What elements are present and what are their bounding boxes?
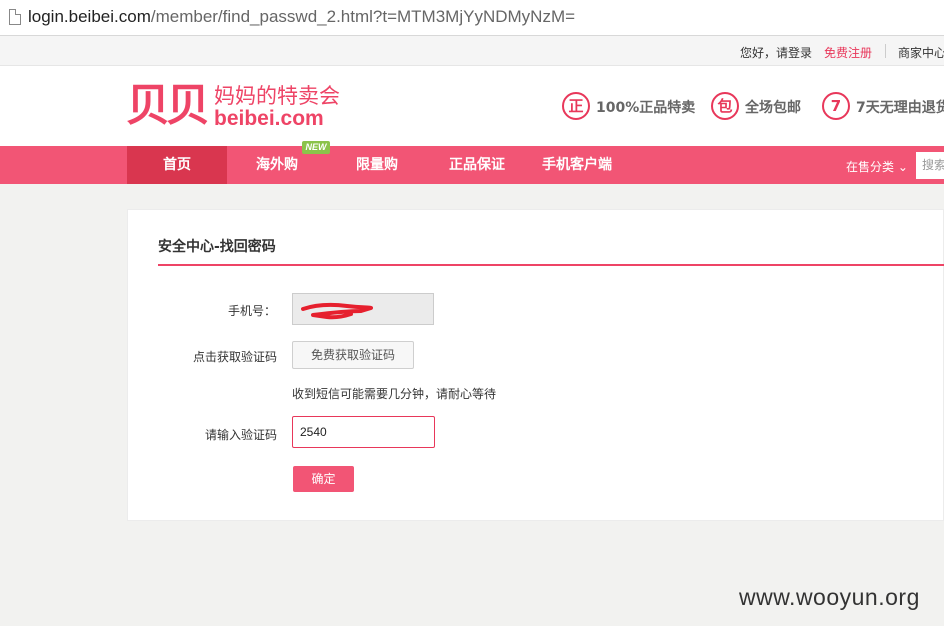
new-badge: NEW [302,141,330,154]
nav-authentic[interactable]: 正品保证 [427,146,527,184]
seven-day-icon: 7 [822,92,850,120]
get-code-button[interactable]: 免费获取验证码 [292,341,414,369]
top-utility-bar: 您好，请登录 免费注册 商家中心 [0,36,944,66]
nav-limited[interactable]: 限量购 [327,146,427,184]
logo-domain: beibei.com [214,107,324,130]
redaction-scribble [301,303,373,320]
confirm-button[interactable]: 确定 [293,466,354,492]
code-row-label: 点击获取验证码 [193,350,278,364]
promise-label: 100%正品特卖 [596,100,696,116]
vcode-label: 请输入验证码 [205,428,278,442]
promise-label: 7天无理由退货 [856,100,944,116]
divider [885,44,886,58]
browser-address-bar[interactable]: login.beibei.com/member/find_passwd_2.ht… [0,0,944,36]
sms-hint: 收到短信可能需要几分钟，请耐心等待 [292,387,497,401]
page-title: 安全中心-找回密码 [158,239,276,255]
url-path: /member/find_passwd_2.html?t=MTM3MjYyNDM… [150,7,576,26]
find-password-panel: 安全中心-找回密码 手机号： 点击获取验证码 免费获取验证码 收到短信可能需要几… [127,209,944,521]
promise-free-shipping: 包 全场包邮 [711,92,811,122]
chevron-down-icon: ⌄ [897,160,908,174]
phone-label: 手机号： [228,304,277,318]
login-link[interactable]: 您好，请登录 [740,44,812,61]
url-host: login.beibei.com [28,7,151,26]
site-logo[interactable]: 贝贝 妈妈的特卖会 beibei.com [126,82,346,132]
promise-label: 全场包邮 [745,100,801,116]
search-input[interactable]: 搜索 [916,152,944,179]
nav-mobile-app[interactable]: 手机客户端 [527,146,627,184]
category-dropdown[interactable]: 在售分类 ⌄ [846,158,908,175]
site-header: 贝贝 妈妈的特卖会 beibei.com 正 100%正品特卖 包 全场包邮 7… [0,66,944,146]
watermark: www.wooyun.org [739,584,920,610]
main-nav: 首页 海外购 限量购 正品保证 手机客户端 [0,146,944,184]
vcode-input[interactable]: 2540 [292,416,435,448]
title-divider [158,264,944,266]
nav-home[interactable]: 首页 [127,146,227,184]
authentic-icon: 正 [562,92,590,120]
page-icon [9,9,21,25]
phone-field [292,293,434,325]
promise-authentic: 正 100%正品特卖 [562,92,702,122]
promise-7day-return: 7 7天无理由退货 [822,92,944,122]
merchant-center-link[interactable]: 商家中心 [898,44,944,61]
url-text[interactable]: login.beibei.com/member/find_passwd_2.ht… [28,7,575,27]
category-label: 在售分类 [846,160,895,174]
register-link[interactable]: 免费注册 [824,44,872,61]
free-shipping-icon: 包 [711,92,739,120]
logo-mark: 贝贝 [126,80,210,131]
logo-slogan: 妈妈的特卖会 [214,84,340,108]
